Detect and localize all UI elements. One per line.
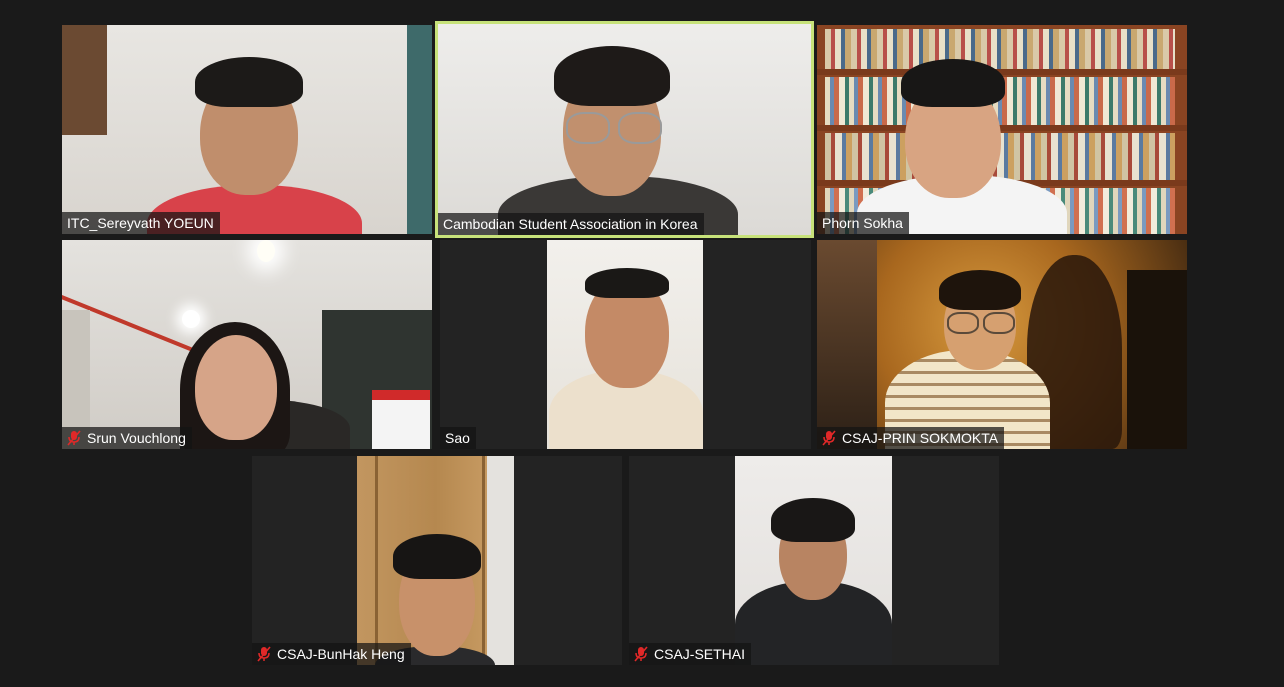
hanging-clothes xyxy=(817,240,877,449)
mic-muted-icon xyxy=(257,646,271,662)
bookshelf-row xyxy=(817,125,1187,131)
person-glasses xyxy=(566,112,610,144)
participant-name: CSAJ-SETHAI xyxy=(654,646,746,662)
participant-video xyxy=(547,240,703,449)
person-glasses xyxy=(618,112,662,144)
participant-video xyxy=(817,25,1187,234)
participant-tile-prin-sokmokta[interactable]: CSAJ-PRIN SOKMOKTA xyxy=(817,240,1187,449)
participant-name-tag: CSAJ-BunHak Heng xyxy=(252,643,411,665)
participant-name-tag: CSAJ-SETHAI xyxy=(629,643,752,665)
mic-muted-icon xyxy=(67,430,81,446)
mic-muted-icon xyxy=(822,430,836,446)
person-hair xyxy=(939,270,1021,310)
participant-tile-csak[interactable]: Cambodian Student Association in Korea xyxy=(435,21,814,238)
door-frame xyxy=(62,25,107,135)
dark-wall xyxy=(1127,270,1187,449)
person-hair xyxy=(393,534,481,579)
plush-toy xyxy=(372,390,430,449)
participant-tile-bunhak-heng[interactable]: CSAJ-BunHak Heng xyxy=(252,456,622,665)
participant-video xyxy=(817,240,1187,449)
participant-name: Cambodian Student Association in Korea xyxy=(443,216,698,232)
person-glasses xyxy=(947,312,979,334)
books xyxy=(825,29,1175,69)
curtain xyxy=(407,25,432,234)
participant-tile-sethai[interactable]: CSAJ-SETHAI xyxy=(629,456,999,665)
participant-tile-srun-vouchlong[interactable]: Srun Vouchlong xyxy=(62,240,432,449)
participant-tile-sereyvath[interactable]: ITC_Sereyvath YOEUN xyxy=(62,25,432,234)
participant-video xyxy=(62,25,432,234)
participant-video xyxy=(735,456,892,665)
closet-seam xyxy=(375,456,378,665)
participant-name: CSAJ-PRIN SOKMOKTA xyxy=(842,430,999,446)
participant-name: Srun Vouchlong xyxy=(87,430,186,446)
participant-name: CSAJ-BunHak Heng xyxy=(277,646,405,662)
person-hair xyxy=(901,59,1005,107)
participant-name: Phorn Sokha xyxy=(822,215,903,231)
participant-name-tag: CSAJ-PRIN SOKMOKTA xyxy=(817,427,1005,449)
participant-name-tag: Cambodian Student Association in Korea xyxy=(438,213,704,235)
video-gallery: ITC_Sereyvath YOEUN Cambodian Student As… xyxy=(0,0,1284,687)
participant-name: ITC_Sereyvath YOEUN xyxy=(67,215,214,231)
person-hair xyxy=(585,268,669,298)
ceiling-light xyxy=(182,310,200,328)
participant-name-tag: ITC_Sereyvath YOEUN xyxy=(62,212,220,234)
participant-video xyxy=(62,240,432,449)
mic-muted-icon xyxy=(634,646,648,662)
participant-tile-sao[interactable]: Sao xyxy=(440,240,811,449)
ceiling-light xyxy=(257,240,275,262)
participant-name-tag: Sao xyxy=(440,427,476,449)
participant-name-tag: Phorn Sokha xyxy=(817,212,909,234)
closet-seam xyxy=(482,456,485,665)
participant-video xyxy=(357,456,514,665)
person-head xyxy=(195,335,277,440)
wall xyxy=(487,456,514,665)
participant-name: Sao xyxy=(445,430,470,446)
participant-tile-phorn-sokha[interactable]: Phorn Sokha xyxy=(817,25,1187,234)
participant-video xyxy=(438,24,811,235)
person-hair xyxy=(195,57,303,107)
person-glasses xyxy=(983,312,1015,334)
person-hair xyxy=(554,46,670,106)
participant-name-tag: Srun Vouchlong xyxy=(62,427,192,449)
person-hair xyxy=(771,498,855,542)
